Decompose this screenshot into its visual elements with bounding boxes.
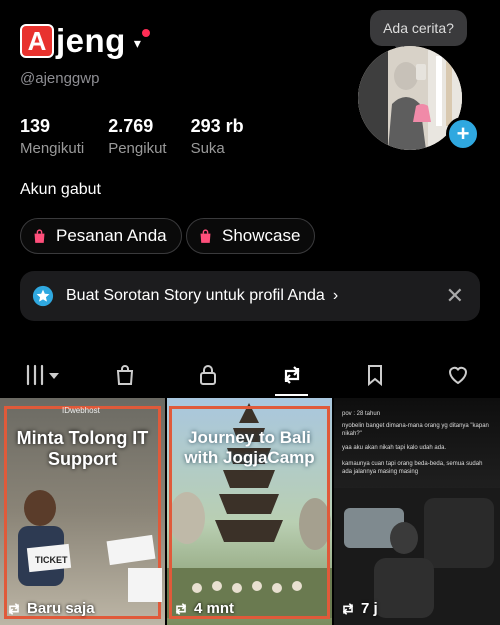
- repost-icon: [342, 602, 354, 615]
- shopping-bag-icon: [200, 228, 211, 243]
- stat-likes[interactable]: 293 rb Suka: [191, 116, 244, 157]
- caption-line: kamaunya cuan tapi orang beda-beda, semu…: [342, 461, 483, 475]
- showcase-label: Showcase: [222, 226, 301, 245]
- repost-icon: [284, 366, 300, 384]
- post-time: 7 j: [340, 600, 378, 617]
- tab-repost[interactable]: [250, 354, 333, 396]
- chevron-right-icon: ›: [332, 287, 339, 304]
- story-prompt-bubble[interactable]: Ada cerita?: [370, 10, 467, 46]
- video-title: Journey to Bali with JogjaCamp: [184, 428, 315, 467]
- bookmark-icon: [367, 365, 382, 387]
- username-handle: @ajenggwp: [20, 70, 100, 87]
- thumbnail-art: TICKET: [18, 490, 162, 602]
- orders-button[interactable]: Pesanan Anda: [20, 218, 182, 254]
- brand-watermark: IDwebhost: [62, 406, 100, 415]
- tab-liked[interactable]: [417, 354, 500, 396]
- heart-icon: [449, 366, 468, 385]
- post-time: Baru saja: [6, 600, 95, 617]
- name-text: jeng: [56, 22, 126, 59]
- caption-line: yaa aku akan nikah tapi kalo udah ada.: [342, 445, 447, 451]
- stat-followers[interactable]: 2.769 Pengikut: [108, 116, 166, 157]
- stat-value: 293 rb: [190, 116, 244, 136]
- video-title: Minta Tolong IT Support: [16, 428, 149, 469]
- tab-shop[interactable]: [83, 354, 166, 396]
- stat-following[interactable]: 139 Mengikuti: [20, 116, 84, 157]
- star-badge-icon: [32, 285, 54, 307]
- profile-bio: Akun gabut: [20, 181, 101, 198]
- caption-line: pov : 28 tahun: [342, 411, 381, 417]
- ticket-sign: TICKET: [35, 555, 68, 565]
- content-tabs: [0, 354, 500, 396]
- shopping-bag-icon: [116, 365, 134, 385]
- story-highlight-banner[interactable]: Buat Sorotan Story untuk profil Anda › ✕: [20, 271, 480, 321]
- video-thumbnail[interactable]: IDwebhost Minta Tolong IT Support TICKET…: [0, 398, 165, 625]
- stat-value: 139: [20, 116, 51, 136]
- notification-dot: [141, 29, 150, 37]
- tab-private[interactable]: [167, 354, 250, 396]
- orders-label: Pesanan Anda: [56, 226, 167, 245]
- post-time-label: 4 mnt: [194, 600, 235, 617]
- caption-line: nyobelin banget dimana-mana orang yg dit…: [342, 423, 489, 437]
- story-banner-text: Buat Sorotan Story untuk profil Anda: [66, 287, 325, 304]
- add-story-button[interactable]: +: [446, 117, 480, 151]
- profile-stats: 139 Mengikuti 2.769 Pengikut 293 rb Suka: [20, 116, 268, 157]
- video-thumbnail[interactable]: Journey to Bali with JogjaCamp 4 mnt: [167, 398, 332, 625]
- tab-grid[interactable]: [0, 354, 83, 396]
- profile-name[interactable]: A jeng ▾: [20, 22, 150, 60]
- chevron-down-icon[interactable]: ▾: [134, 35, 141, 52]
- stat-label: Pengikut: [108, 140, 167, 157]
- video-thumbnail[interactable]: pov : 28 tahun nyobelin banget dimana-ma…: [334, 398, 500, 625]
- post-time-label: 7 j: [361, 600, 378, 617]
- close-icon[interactable]: ✕: [446, 283, 464, 309]
- video-grid: IDwebhost Minta Tolong IT Support TICKET…: [0, 398, 500, 625]
- stat-label: Suka: [190, 140, 225, 157]
- tab-saved[interactable]: [333, 354, 416, 396]
- showcase-button[interactable]: Showcase: [186, 218, 316, 254]
- post-time-label: Baru saja: [27, 600, 95, 617]
- repost-icon: [175, 602, 187, 615]
- post-time: 4 mnt: [173, 600, 234, 617]
- name-initial-badge: A: [20, 24, 54, 58]
- grid-menu-icon: [26, 364, 59, 386]
- stat-label: Mengikuti: [20, 140, 85, 157]
- repost-icon: [8, 602, 20, 615]
- lock-icon: [200, 365, 217, 385]
- stat-value: 2.769: [108, 116, 154, 136]
- shopping-bag-icon: [34, 228, 45, 243]
